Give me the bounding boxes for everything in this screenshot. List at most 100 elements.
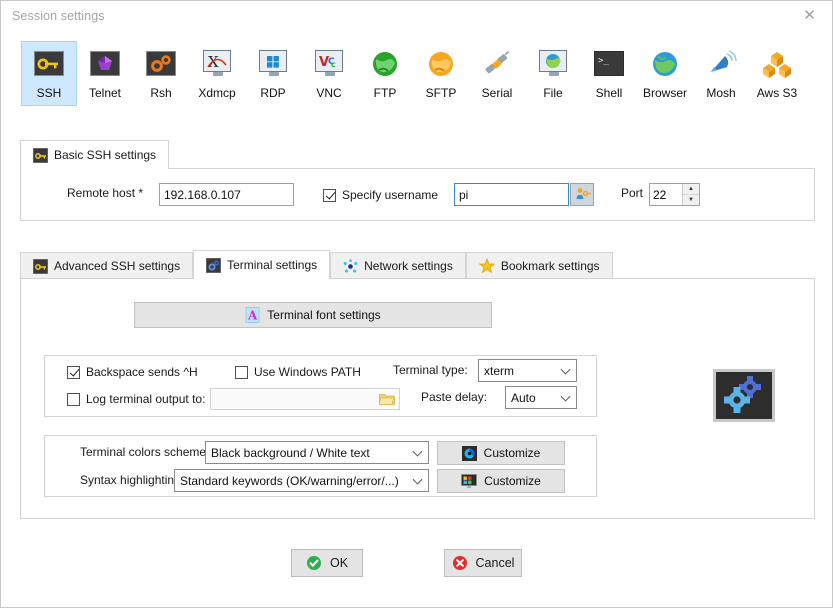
- specify-username-checkbox[interactable]: Specify username: [323, 188, 438, 202]
- protocol-label: Aws S3: [756, 86, 798, 100]
- network-node-icon: [343, 258, 358, 274]
- chevron-down-icon: [412, 446, 423, 457]
- tab-label: Advanced SSH settings: [54, 259, 181, 273]
- x-circle-icon: [452, 555, 468, 571]
- terminal-colors-scheme-value: Black background / White text: [211, 445, 370, 460]
- colors-customize-label: Customize: [483, 446, 541, 460]
- syntax-customize-button[interactable]: Customize: [437, 469, 565, 493]
- protocol-ftp[interactable]: FTP: [357, 41, 413, 106]
- protocol-label: Xdmcp: [198, 86, 236, 100]
- colors-customize-button[interactable]: Customize: [437, 441, 565, 465]
- protocol-label: File: [543, 86, 563, 100]
- checkbox-box: [323, 188, 336, 202]
- close-icon[interactable]: ✕: [787, 1, 832, 30]
- protocol-file[interactable]: File: [525, 41, 581, 106]
- tab-bookmark-settings[interactable]: Bookmark settings: [465, 252, 613, 279]
- checkbox-box: [67, 392, 80, 406]
- tab-terminal-settings[interactable]: Terminal settings: [193, 250, 331, 280]
- checkbox-box: [235, 365, 248, 379]
- star-icon: [478, 258, 495, 274]
- font-a-icon: A: [245, 307, 260, 323]
- protocol-ssh[interactable]: SSH: [21, 41, 77, 106]
- terminal-type-label: Terminal type:: [393, 363, 468, 377]
- protocol-mosh[interactable]: Mosh: [693, 41, 749, 106]
- tab-label: Network settings: [364, 259, 453, 273]
- vnc-monitor-icon: V C c: [313, 48, 345, 80]
- tab-network-settings[interactable]: Network settings: [330, 252, 466, 279]
- log-output-path-input[interactable]: [210, 388, 400, 410]
- protocol-browser[interactable]: Browser: [637, 41, 693, 106]
- syntax-highlighting-label: Syntax highlighting:: [80, 473, 185, 487]
- terminal-colors-group: Terminal colors scheme: Black background…: [44, 435, 597, 497]
- protocol-serial[interactable]: Serial: [469, 41, 525, 106]
- rsh-gears-icon: [145, 48, 177, 80]
- svg-text:c: c: [331, 60, 336, 69]
- protocol-rsh[interactable]: Rsh: [133, 41, 189, 106]
- protocol-rdp[interactable]: RDP: [245, 41, 301, 106]
- ssh-key-icon: [33, 147, 48, 163]
- protocol-vnc[interactable]: V C c VNC: [301, 41, 357, 106]
- chevron-down-icon: [560, 391, 571, 402]
- aws-s3-boxes-icon: [761, 48, 793, 80]
- protocol-telnet[interactable]: Telnet: [77, 41, 133, 106]
- protocol-label: SSH: [36, 86, 62, 100]
- checkbox-box: [67, 365, 80, 379]
- protocol-xdmcp[interactable]: X Xdmcp: [189, 41, 245, 106]
- terminal-settings-panel: A Terminal font settings Backspace sends…: [20, 278, 815, 519]
- protocol-label: Rsh: [150, 86, 172, 100]
- file-monitor-icon: [537, 48, 569, 80]
- protocol-aws-s3[interactable]: Aws S3: [749, 41, 805, 106]
- tab-basic-ssh-settings[interactable]: Basic SSH settings: [20, 140, 170, 170]
- spinner-down-icon[interactable]: ▼: [683, 195, 699, 205]
- protocol-label: Browser: [642, 86, 687, 100]
- sftp-globe-icon: [425, 48, 457, 80]
- remote-host-label: Remote host *: [67, 186, 144, 200]
- tab-label: Terminal settings: [227, 258, 318, 272]
- protocol-label: Telnet: [88, 86, 122, 100]
- protocol-label: Mosh: [706, 86, 736, 100]
- spinner-up-icon[interactable]: ▲: [683, 184, 699, 195]
- folder-icon[interactable]: [379, 392, 395, 406]
- basic-ssh-tabstrip: Basic SSH settings: [20, 140, 170, 170]
- terminal-gears-preview-icon: [713, 369, 775, 422]
- port-label: Port: [621, 186, 644, 200]
- mosh-dish-icon: [705, 48, 737, 80]
- syntax-monitor-icon: [461, 473, 478, 489]
- syntax-highlighting-select[interactable]: Standard keywords (OK/warning/error/...): [174, 469, 429, 492]
- svg-text:X: X: [208, 53, 219, 71]
- backspace-sends-checkbox[interactable]: Backspace sends ^H: [67, 365, 198, 379]
- protocol-label: VNC: [316, 86, 342, 100]
- user-key-icon[interactable]: [570, 183, 594, 206]
- username-input[interactable]: [454, 183, 569, 206]
- terminal-type-select[interactable]: xterm: [478, 359, 577, 382]
- backspace-sends-label: Backspace sends ^H: [86, 365, 198, 379]
- ftp-globe-icon: [369, 48, 401, 80]
- ok-button[interactable]: OK: [291, 549, 363, 577]
- port-spinner-arrows[interactable]: ▲ ▼: [682, 184, 699, 205]
- protocol-label: Shell: [595, 86, 623, 100]
- terminal-colors-scheme-select[interactable]: Black background / White text: [205, 441, 429, 464]
- ssh-key-icon: [33, 258, 48, 274]
- protocol-label: RDP: [260, 86, 286, 100]
- session-settings-dialog: Session settings ✕ SSH Telnet Rsh X Xdmc…: [0, 0, 833, 608]
- protocol-sftp[interactable]: SFTP: [413, 41, 469, 106]
- use-windows-path-checkbox[interactable]: Use Windows PATH: [235, 365, 361, 379]
- paste-delay-select[interactable]: Auto: [505, 386, 577, 409]
- svg-text:A: A: [247, 309, 258, 323]
- browser-globe-icon: [649, 48, 681, 80]
- chevron-down-icon: [412, 474, 423, 485]
- settings-tabstrip: Advanced SSH settings Terminal settings: [20, 250, 613, 280]
- tab-advanced-ssh-settings[interactable]: Advanced SSH settings: [20, 252, 194, 279]
- terminal-font-settings-label: Terminal font settings: [267, 308, 381, 322]
- svg-text:>_: >_: [598, 56, 609, 66]
- port-input[interactable]: [650, 184, 682, 205]
- cancel-button[interactable]: Cancel: [444, 549, 522, 577]
- remote-host-input[interactable]: [159, 183, 294, 206]
- protocol-shell[interactable]: >_ Shell: [581, 41, 637, 106]
- protocol-label: SFTP: [425, 86, 457, 100]
- terminal-font-settings-button[interactable]: A Terminal font settings: [134, 302, 492, 328]
- ok-label: OK: [329, 556, 349, 570]
- port-stepper[interactable]: ▲ ▼: [649, 183, 700, 206]
- log-terminal-output-checkbox[interactable]: Log terminal output to:: [67, 392, 205, 406]
- basic-ssh-panel: Remote host * Specify username Port ▲ ▼: [20, 168, 815, 221]
